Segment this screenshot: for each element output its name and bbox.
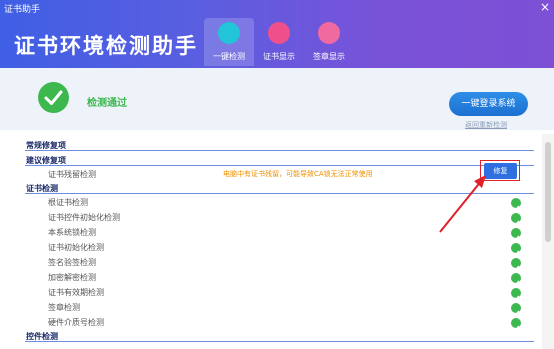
scrollbar-thumb[interactable] (545, 142, 551, 242)
annotation-arrow (439, 175, 486, 233)
